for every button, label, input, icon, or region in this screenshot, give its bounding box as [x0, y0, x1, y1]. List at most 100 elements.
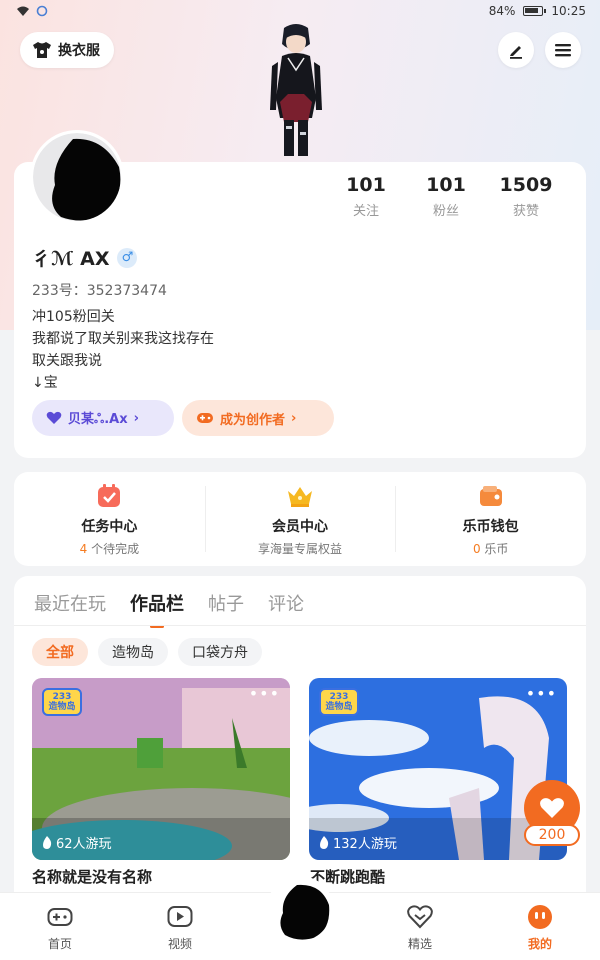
- hamburger-icon: [555, 44, 571, 57]
- stat-label: 粉丝: [432, 204, 459, 219]
- become-creator-chip[interactable]: 成为创作者 ›: [182, 400, 334, 436]
- stat-number: 101: [346, 174, 386, 196]
- task-sub-text: 个待完成: [91, 542, 140, 556]
- chevron-right-icon: ›: [133, 410, 139, 426]
- chevron-right-icon: ›: [291, 410, 297, 426]
- filter-zaowudao[interactable]: 造物岛: [98, 638, 168, 666]
- content-tabs: 最近在玩 作品栏 帖子 评论: [34, 590, 304, 628]
- play-icon: [166, 903, 194, 931]
- stat-label: 获赞: [512, 204, 539, 219]
- tab-works[interactable]: 作品栏: [130, 590, 184, 628]
- flame-icon: [43, 836, 52, 849]
- nav-featured[interactable]: 精选: [390, 903, 450, 952]
- stat-label: 关注: [352, 204, 379, 219]
- filter-all[interactable]: 全部: [32, 638, 88, 666]
- nickname-row: 彳ℳ AX ♂: [32, 244, 138, 271]
- play-count: 132人游玩: [319, 833, 397, 852]
- task-center-title: 任务中心: [81, 519, 138, 535]
- play-count-text: 132人游玩: [333, 837, 397, 852]
- nav-avatar-button[interactable]: [266, 876, 334, 944]
- nav-avatar: [269, 879, 331, 941]
- heart-icon: [46, 411, 62, 424]
- nickname: 彳ℳ AX: [32, 248, 110, 270]
- stat-number: 101: [426, 174, 466, 196]
- more-icon[interactable]: •••: [526, 684, 557, 703]
- avatar-image: [33, 133, 121, 221]
- avatar-character[interactable]: [262, 22, 330, 162]
- sync-icon: [36, 5, 48, 17]
- outfit-label: 换衣服: [58, 43, 100, 59]
- user-id: 233号：352373474: [32, 283, 167, 299]
- game-logo: 233 造物岛: [319, 688, 359, 716]
- crown-icon: [286, 482, 314, 510]
- filter-koudaifangzhou[interactable]: 口袋方舟: [178, 638, 262, 666]
- more-icon[interactable]: •••: [249, 684, 280, 703]
- shirt-icon: [33, 42, 51, 58]
- filter-row: 全部 造物岛 口袋方舟: [32, 638, 262, 666]
- bio-line: 取关跟我说: [32, 353, 102, 369]
- tab-comments[interactable]: 评论: [268, 590, 304, 616]
- game-name: 名称就是没有名称: [32, 868, 153, 886]
- stat-following[interactable]: 101 关注: [326, 174, 406, 219]
- heart-icon: [540, 798, 564, 818]
- coin-count: 0: [472, 542, 481, 556]
- nav-video[interactable]: 视频: [150, 903, 210, 952]
- task-count: 4: [79, 542, 88, 556]
- stat-number: 1509: [499, 174, 553, 196]
- stats-row: 101 关注 101 粉丝 1509 获赞: [326, 174, 566, 219]
- nav-label: 首页: [47, 937, 72, 951]
- avatar-image: [269, 879, 331, 941]
- tab-posts[interactable]: 帖子: [208, 590, 244, 616]
- member-center-title: 会员中心: [272, 519, 328, 535]
- status-bar: 84% 10:25: [0, 0, 600, 24]
- wallet-title: 乐币钱包: [462, 519, 519, 535]
- wallet-sub: 0 乐币: [395, 540, 586, 557]
- gamepad-icon: [197, 413, 213, 423]
- services-card: 任务中心 4 个待完成 会员中心 享海量专属权益 乐币钱包 0 乐币: [14, 472, 586, 566]
- wifi-icon: [17, 6, 29, 16]
- bio-line: 我都说了取关别来我这找存在: [32, 331, 214, 347]
- wallet-icon: [477, 482, 505, 510]
- profile-avatar[interactable]: [30, 130, 124, 224]
- play-count-text: 62人游玩: [56, 837, 112, 852]
- clock: 10:25: [551, 4, 586, 18]
- nav-label: 精选: [407, 937, 432, 951]
- pen-icon: [510, 46, 522, 59]
- stat-likes[interactable]: 1509 获赞: [486, 174, 566, 219]
- outfit-button[interactable]: 换衣服: [20, 32, 114, 68]
- task-center-sub: 4 个待完成: [14, 540, 205, 557]
- bio-line: ↓宝: [32, 375, 58, 391]
- game-card[interactable]: 233 造物岛 ••• 62人游玩: [32, 678, 290, 860]
- heart-outline-icon: [406, 903, 434, 931]
- wallet[interactable]: 乐币钱包 0 乐币: [395, 472, 586, 566]
- member-center-sub: 享海量专属权益: [258, 542, 343, 556]
- stat-followers[interactable]: 101 粉丝: [406, 174, 486, 219]
- task-center[interactable]: 任务中心 4 个待完成: [14, 472, 205, 566]
- battery-percent: 84%: [488, 4, 516, 18]
- nav-label: 视频: [167, 937, 192, 951]
- nav-home[interactable]: 首页: [30, 903, 90, 952]
- fan-group-chip[interactable]: 贝某ஃ.Ax ›: [32, 400, 174, 436]
- calendar-check-icon: [95, 482, 123, 510]
- nav-mine[interactable]: 我的: [510, 903, 570, 952]
- battery-icon: [523, 6, 547, 16]
- menu-button[interactable]: [545, 32, 581, 68]
- works-section: 最近在玩 作品栏 帖子 评论 全部 造物岛 口袋方舟 233 造物岛 ••• 6…: [14, 576, 586, 896]
- member-center[interactable]: 会员中心 享海量专属权益: [204, 472, 396, 566]
- like-count: 200: [524, 824, 580, 846]
- smiley-icon: [526, 903, 554, 931]
- flame-icon: [320, 836, 329, 849]
- nav-label: 我的: [527, 937, 552, 951]
- gamepad-icon: [46, 903, 74, 931]
- play-count: 62人游玩: [42, 833, 112, 852]
- tab-recent[interactable]: 最近在玩: [34, 590, 106, 616]
- male-icon: ♂: [117, 247, 138, 268]
- fan-chip-label: 贝某ஃ.Ax: [68, 412, 128, 427]
- bio-line: 冲105粉回关: [32, 309, 115, 325]
- edit-button[interactable]: [498, 32, 534, 68]
- creator-chip-label: 成为创作者: [220, 412, 286, 428]
- wallet-sub-text: 乐币: [484, 542, 509, 556]
- bio: 冲105粉回关 我都说了取关别来我这找存在 取关跟我说 ↓宝: [32, 306, 214, 394]
- divider: [14, 625, 586, 626]
- game-logo: 233 造物岛: [42, 688, 82, 716]
